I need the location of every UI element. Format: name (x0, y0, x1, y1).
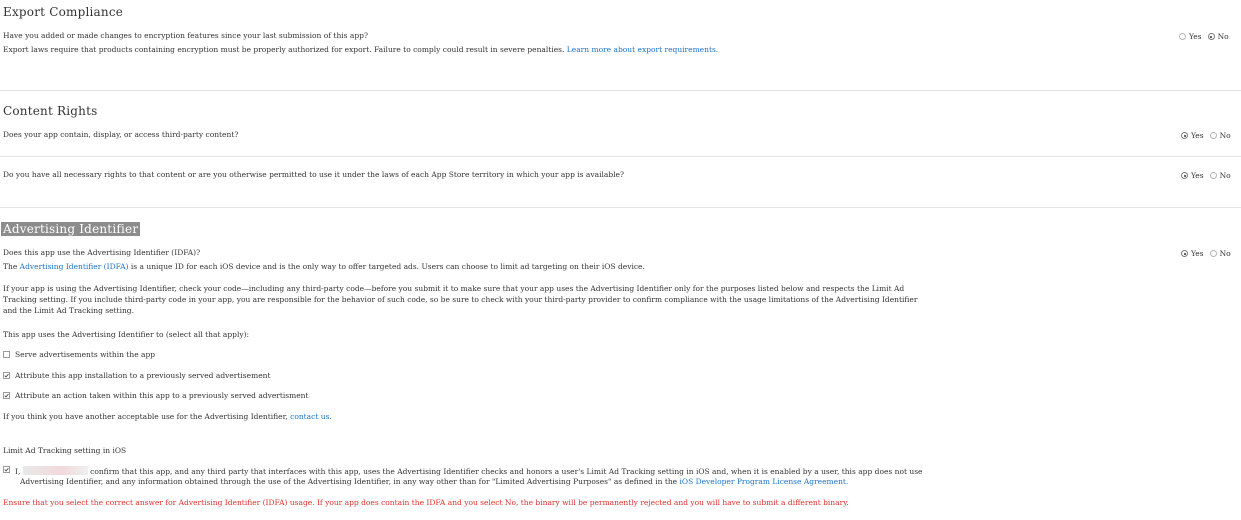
confirm-line-1: I, confirm that this app, and any third … (15, 466, 923, 477)
divider (0, 90, 1241, 91)
export-requirements-link[interactable]: Learn more about export requirements. (567, 45, 718, 54)
redacted-name (22, 466, 88, 475)
idfa-warning: Ensure that you select the correct answe… (3, 498, 849, 507)
export-note: Export laws require that products contai… (3, 45, 718, 55)
idfa-question: Does this app use the Advertising Identi… (3, 248, 201, 257)
option-attribute-action-checkbox[interactable] (3, 392, 10, 399)
limit-ad-tracking-heading: Limit Ad Tracking setting in iOS (3, 446, 127, 455)
checkmark-icon (4, 393, 9, 398)
content-rights-question-2: Do you have all necessary rights to that… (3, 170, 625, 179)
confirm-pre: I, (15, 467, 21, 476)
content-q2-no-radio[interactable] (1209, 172, 1217, 179)
confirm-checkbox[interactable] (3, 466, 10, 473)
content-q2-yes-label: Yes (1191, 171, 1204, 180)
other-use-pre: If you think you have another acceptable… (3, 412, 288, 421)
content-q1-yes-radio[interactable] (1181, 132, 1188, 139)
export-compliance-heading: Export Compliance (3, 5, 124, 19)
content-q1-yes-label: Yes (1191, 131, 1204, 140)
idfa-yes-label: Yes (1191, 249, 1204, 258)
license-agreement-link[interactable]: iOS Developer Program License Agreement. (680, 477, 849, 486)
export-yes-radio[interactable] (1179, 33, 1186, 40)
checkmark-icon (4, 467, 9, 472)
content-q2-yes-radio[interactable] (1181, 172, 1188, 179)
option-serve-ads-checkbox[interactable] (3, 351, 10, 358)
option-attribute-install-label: Attribute this app installation to a pre… (15, 371, 271, 380)
content-q1-no-radio[interactable] (1209, 132, 1217, 139)
idfa-radio-group: Yes No (1181, 249, 1231, 258)
other-use-text: If you think you have another acceptable… (3, 412, 332, 422)
checkmark-icon (4, 373, 9, 378)
option-attribute-install-checkbox[interactable] (3, 372, 10, 379)
idfa-desc-pre: The (3, 262, 18, 271)
export-no-radio[interactable] (1207, 33, 1215, 40)
content-q1-no-label: No (1219, 131, 1231, 140)
idfa-no-radio[interactable] (1209, 250, 1217, 257)
confirm-text-2: Advertising Identifier, and any informat… (20, 477, 678, 486)
idfa-no-label: No (1219, 249, 1231, 258)
idfa-uses-label: This app uses the Advertising Identifier… (3, 330, 250, 339)
idfa-link[interactable]: Advertising Identifier (IDFA) (20, 262, 129, 271)
export-radio-group: Yes No (1179, 32, 1229, 41)
content-q2-radio-group: Yes No (1181, 171, 1231, 180)
divider (0, 207, 1241, 208)
contact-us-link[interactable]: contact us. (290, 412, 332, 421)
export-no-label: No (1217, 32, 1229, 41)
export-yes-label: Yes (1189, 32, 1202, 41)
idfa-paragraph-line-3: and the Limit Ad Tracking setting. (3, 306, 134, 315)
content-rights-heading: Content Rights (3, 104, 98, 118)
confirm-line-2: Advertising Identifier, and any informat… (20, 477, 849, 487)
advertising-heading: Advertising Identifier (1, 222, 141, 236)
option-serve-ads-label: Serve advertisements within the app (15, 350, 156, 359)
idfa-description: The Advertising Identifier (IDFA) is a u… (3, 262, 645, 272)
confirm-text-1: confirm that this app, and any third par… (90, 467, 923, 476)
option-attribute-action-label: Attribute an action taken within this ap… (15, 391, 309, 400)
content-q2-no-label: No (1219, 171, 1231, 180)
advertising-heading-text: Advertising Identifier (1, 222, 141, 236)
idfa-paragraph-line-1: If your app is using the Advertising Ide… (3, 284, 905, 293)
content-rights-question-1: Does your app contain, display, or acces… (3, 130, 239, 139)
idfa-desc-post: is a unique ID for each iOS device and i… (130, 262, 645, 271)
idfa-yes-radio[interactable] (1181, 250, 1188, 257)
content-q1-radio-group: Yes No (1181, 131, 1231, 140)
export-note-text: Export laws require that products contai… (3, 45, 565, 54)
export-question: Have you added or made changes to encryp… (3, 31, 368, 40)
idfa-paragraph-line-2: Tracking setting. If you include third-p… (3, 295, 918, 304)
divider (0, 156, 1241, 157)
